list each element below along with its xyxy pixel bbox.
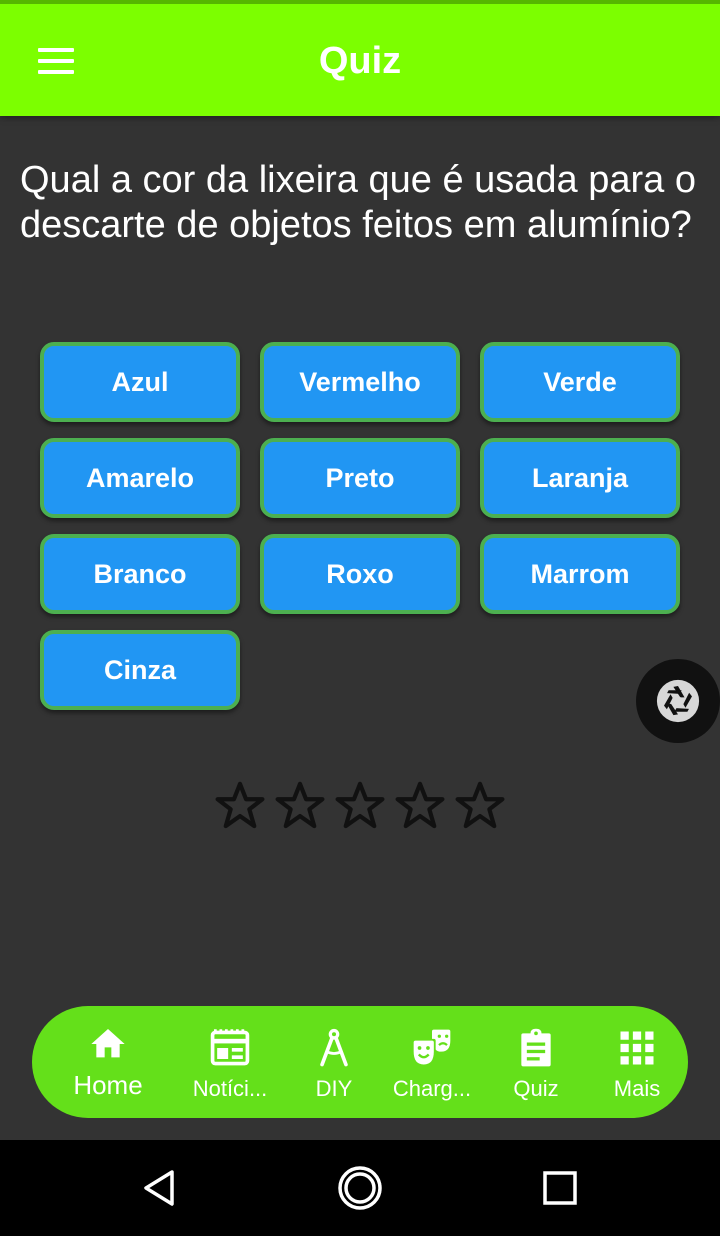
star-outline-icon[interactable] xyxy=(272,778,328,834)
answer-button-verde[interactable]: Verde xyxy=(480,342,680,422)
nav-label-noticias: Notíci... xyxy=(192,1076,268,1101)
nav-item-noticias[interactable]: Notíci... xyxy=(180,1006,280,1118)
rating-stars xyxy=(212,778,512,838)
nav-label-quiz: Quiz xyxy=(513,1076,559,1101)
page-title: Quiz xyxy=(318,40,402,82)
home-icon xyxy=(91,1029,125,1058)
theater-masks-icon xyxy=(413,1029,451,1065)
home-circle-icon[interactable] xyxy=(336,1164,384,1212)
answer-button-preto[interactable]: Preto xyxy=(260,438,460,518)
camera-shutter-icon xyxy=(656,679,700,723)
clipboard-icon xyxy=(521,1028,551,1067)
answer-button-cinza[interactable]: Cinza xyxy=(40,630,240,710)
nav-label-charges: Charg... xyxy=(392,1076,472,1101)
compass-tool-icon xyxy=(320,1028,348,1067)
nav-item-quiz[interactable]: Quiz xyxy=(486,1006,586,1118)
nav-label-diy: DIY xyxy=(315,1076,353,1101)
app-bar: Quiz xyxy=(0,0,720,116)
nav-item-charges[interactable]: Charg... xyxy=(382,1006,482,1118)
nav-item-mais[interactable]: Mais xyxy=(587,1006,687,1118)
nav-label-home: Home xyxy=(73,1070,143,1100)
star-outline-icon[interactable] xyxy=(332,778,388,834)
star-outline-icon[interactable] xyxy=(392,778,448,834)
newspaper-icon xyxy=(210,1029,250,1066)
question-text: Qual a cor da lixeira que é usada para o… xyxy=(20,159,696,246)
back-triangle-icon[interactable] xyxy=(136,1164,184,1212)
answer-button-laranja[interactable]: Laranja xyxy=(480,438,680,518)
grid-apps-icon xyxy=(620,1031,654,1065)
nav-item-home[interactable]: Home xyxy=(58,1006,158,1118)
nav-label-mais: Mais xyxy=(613,1076,661,1101)
nav-item-diy[interactable]: DIY xyxy=(284,1006,384,1118)
answer-button-amarelo[interactable]: Amarelo xyxy=(40,438,240,518)
camera-shutter-button[interactable] xyxy=(636,659,720,743)
bottom-navigation: Home Notíci... DIY Charg... Quiz Mais xyxy=(32,1006,688,1118)
answer-button-azul[interactable]: Azul xyxy=(40,342,240,422)
answer-button-vermelho[interactable]: Vermelho xyxy=(260,342,460,422)
star-outline-icon[interactable] xyxy=(452,778,508,834)
answer-button-roxo[interactable]: Roxo xyxy=(260,534,460,614)
answer-button-branco[interactable]: Branco xyxy=(40,534,240,614)
star-outline-icon[interactable] xyxy=(212,778,268,834)
recents-square-icon[interactable] xyxy=(536,1164,584,1212)
system-navigation-bar xyxy=(0,1140,720,1236)
answer-button-marrom[interactable]: Marrom xyxy=(480,534,680,614)
